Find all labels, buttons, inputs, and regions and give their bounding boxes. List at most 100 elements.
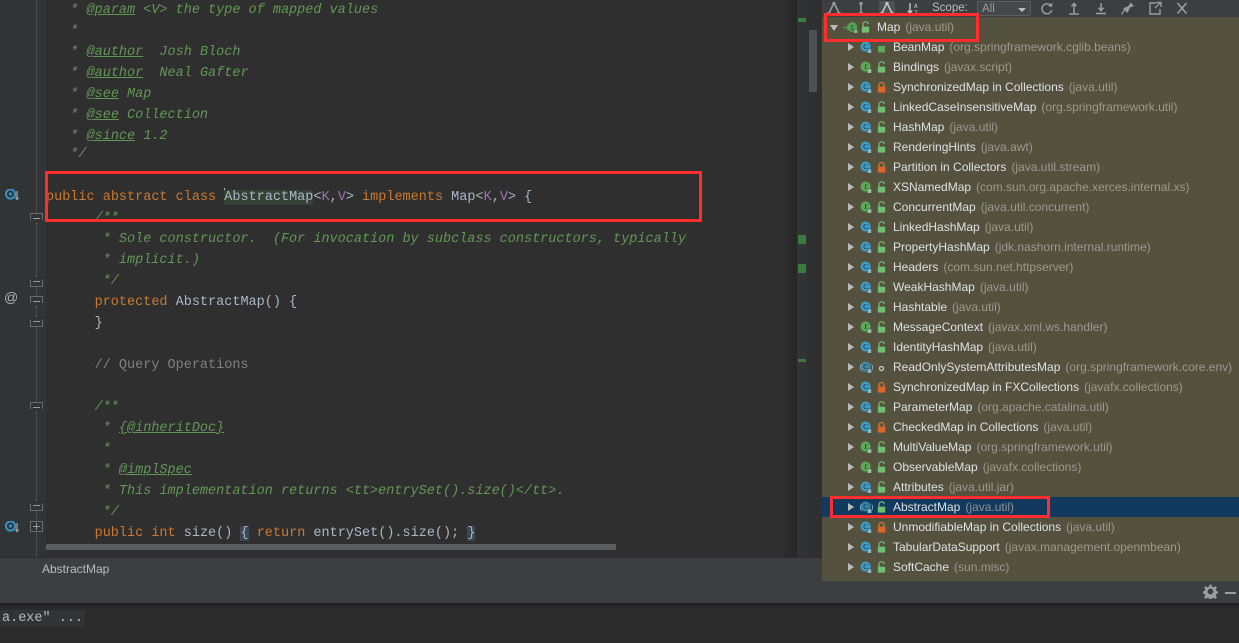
vcs-change-mark[interactable] [798, 359, 806, 362]
vcs-change-markers[interactable] [797, 0, 807, 557]
hierarchy-row[interactable]: C CheckedMap in Collections (java.util) [822, 417, 1239, 437]
collapse-all-icon[interactable] [1093, 1, 1109, 16]
pin-tab-icon[interactable] [1120, 1, 1136, 16]
code-line: * @author Josh Bloch [46, 45, 241, 60]
hierarchy-row[interactable]: C SynchronizedMap in FXCollections (javafx… [822, 377, 1239, 397]
chevron-right-icon[interactable] [848, 103, 854, 111]
hierarchy-row[interactable]: C ParameterMap (org.apache.catalina.util) [822, 397, 1239, 417]
chevron-right-icon[interactable] [848, 303, 854, 311]
editor-horizontal-scrollbar[interactable] [46, 544, 616, 550]
vcs-change-mark[interactable] [798, 264, 806, 273]
chevron-right-icon[interactable] [848, 323, 854, 331]
chevron-right-icon[interactable] [848, 463, 854, 471]
class-icon: C [859, 100, 874, 115]
code-text-area[interactable]: * @param <V> the type of mapped values *… [46, 0, 822, 557]
expand-all-icon[interactable] [1066, 1, 1082, 16]
chevron-right-icon[interactable] [848, 363, 854, 371]
hierarchy-row[interactable]: I ConcurrentMap (java.util.concurrent) [822, 197, 1239, 217]
minimize-icon[interactable] [1225, 592, 1236, 594]
chevron-right-icon[interactable] [848, 203, 854, 211]
hierarchy-row[interactable]: C LinkedCaseInsensitiveMap (org.springfram… [822, 97, 1239, 117]
vcs-change-mark[interactable] [798, 18, 806, 22]
hierarchy-row[interactable]: I MultiValueMap (org.springframework.util) [822, 437, 1239, 457]
hierarchy-tree[interactable]: Σ Map (java.util) C BeanMap (org.springframew… [822, 17, 1239, 581]
chevron-right-icon[interactable] [848, 483, 854, 491]
fold-handle-collapsed[interactable] [30, 521, 43, 532]
hierarchy-row[interactable]: C HashMap (java.util) [822, 117, 1239, 137]
hierarchy-row[interactable]: C Headers (com.sun.net.httpserver) [822, 257, 1239, 277]
code-line: * @param <V> the type of mapped values [46, 3, 379, 18]
editor-gutter[interactable]: @ [0, 0, 46, 557]
fold-handle[interactable] [30, 500, 43, 511]
hierarchy-row[interactable]: I XSNamedMap (com.sun.org.apache.xerces.in… [822, 177, 1239, 197]
breadcrumb[interactable]: AbstractMap [42, 562, 109, 576]
hierarchy-row[interactable]: C WeakHashMap (java.util) [822, 277, 1239, 297]
hierarchy-row[interactable]: C() ReadOnlySystemAttributesMap (org.sprin… [822, 357, 1239, 377]
chevron-right-icon[interactable] [848, 503, 854, 511]
hierarchy-row[interactable]: C Partition in Collectors (java.util.strea… [822, 157, 1239, 177]
chevron-down-icon[interactable] [830, 25, 838, 31]
class-icon: C() [859, 500, 874, 515]
class-icon: C [859, 340, 874, 355]
chevron-right-icon[interactable] [848, 123, 854, 131]
chevron-right-icon[interactable] [848, 183, 854, 191]
editor-vertical-scrollbar[interactable] [809, 30, 817, 92]
hierarchy-row[interactable]: C Attributes (java.util.jar) [822, 477, 1239, 497]
code-line: * This implementation returns <tt>entryS… [46, 484, 565, 499]
hierarchy-row-selected[interactable]: C() AbstractMap (java.util) [822, 497, 1239, 517]
vcs-change-mark[interactable] [798, 235, 806, 244]
hierarchy-row[interactable]: C SoftCache (sun.misc) [822, 557, 1239, 577]
implemented-method-marker-icon[interactable] [4, 188, 20, 202]
chevron-right-icon[interactable] [848, 343, 854, 351]
chevron-right-icon[interactable] [848, 43, 854, 51]
chevron-right-icon[interactable] [848, 163, 854, 171]
hierarchy-row[interactable]: C BeanMap (org.springframework.cglib.beans… [822, 37, 1239, 57]
chevron-right-icon[interactable] [848, 383, 854, 391]
chevron-right-icon[interactable] [848, 543, 854, 551]
hierarchy-row[interactable]: C TabularDataSupport (javax.management.ope… [822, 537, 1239, 557]
hierarchy-row[interactable]: C RenderingHints (java.awt) [822, 137, 1239, 157]
console-output[interactable]: a.exe" ... [0, 603, 1239, 643]
class-hierarchy-icon[interactable] [879, 1, 895, 16]
gear-icon[interactable] [1203, 584, 1218, 599]
chevron-right-icon[interactable] [848, 243, 854, 251]
chevron-right-icon[interactable] [848, 63, 854, 71]
hierarchy-row[interactable]: C IdentityHashMap (java.util) [822, 337, 1239, 357]
implemented-method-marker-icon[interactable] [4, 520, 20, 534]
code-line: * Sole constructor. (For invocation by s… [46, 232, 687, 247]
hierarchy-row[interactable]: C UnmodifiableMap in Collections (java.uti… [822, 517, 1239, 537]
chevron-right-icon[interactable] [848, 443, 854, 451]
hierarchy-row[interactable]: C SynchronizedMap in Collections (java.uti… [822, 77, 1239, 97]
visibility-protected-icon [876, 260, 887, 274]
chevron-right-icon[interactable] [848, 403, 854, 411]
chevron-right-icon[interactable] [848, 523, 854, 531]
chevron-right-icon[interactable] [848, 83, 854, 91]
scope-dropdown[interactable]: All [977, 1, 1031, 16]
chevron-right-icon[interactable] [848, 563, 854, 571]
close-icon[interactable] [1174, 1, 1190, 16]
fold-handle[interactable] [30, 276, 43, 287]
override-marker-icon[interactable]: @ [4, 289, 18, 305]
sort-alphabetically-icon[interactable]: A Z [906, 1, 922, 17]
fold-handle[interactable] [30, 296, 43, 307]
chevron-right-icon[interactable] [848, 423, 854, 431]
chevron-right-icon[interactable] [848, 223, 854, 231]
chevron-right-icon[interactable] [848, 263, 854, 271]
subtypes-hierarchy-icon[interactable] [826, 1, 842, 16]
fold-handle[interactable] [30, 402, 43, 413]
chevron-right-icon[interactable] [848, 143, 854, 151]
chevron-right-icon[interactable] [848, 283, 854, 291]
hierarchy-row[interactable]: C Hashtable (java.util) [822, 297, 1239, 317]
fold-handle[interactable] [30, 213, 43, 224]
hierarchy-row[interactable]: I ObservableMap (javafx.collections) [822, 457, 1239, 477]
hierarchy-row[interactable]: I Bindings (javax.script) [822, 57, 1239, 77]
hierarchy-row[interactable]: C PropertyHashMap (jdk.nashorn.internal.ru… [822, 237, 1239, 257]
fold-handle[interactable] [30, 316, 43, 327]
export-icon[interactable] [1147, 1, 1163, 16]
hierarchy-row[interactable]: I MessageContext (javax.xml.ws.handler) [822, 317, 1239, 337]
hierarchy-row[interactable]: C LinkedHashMap (java.util) [822, 217, 1239, 237]
code-editor[interactable]: @ * @param <V> the type of mapped values [0, 0, 822, 557]
hierarchy-row[interactable]: Σ Map (java.util) [822, 17, 1239, 37]
refresh-icon[interactable] [1039, 1, 1055, 16]
supertypes-hierarchy-icon[interactable] [853, 1, 869, 16]
